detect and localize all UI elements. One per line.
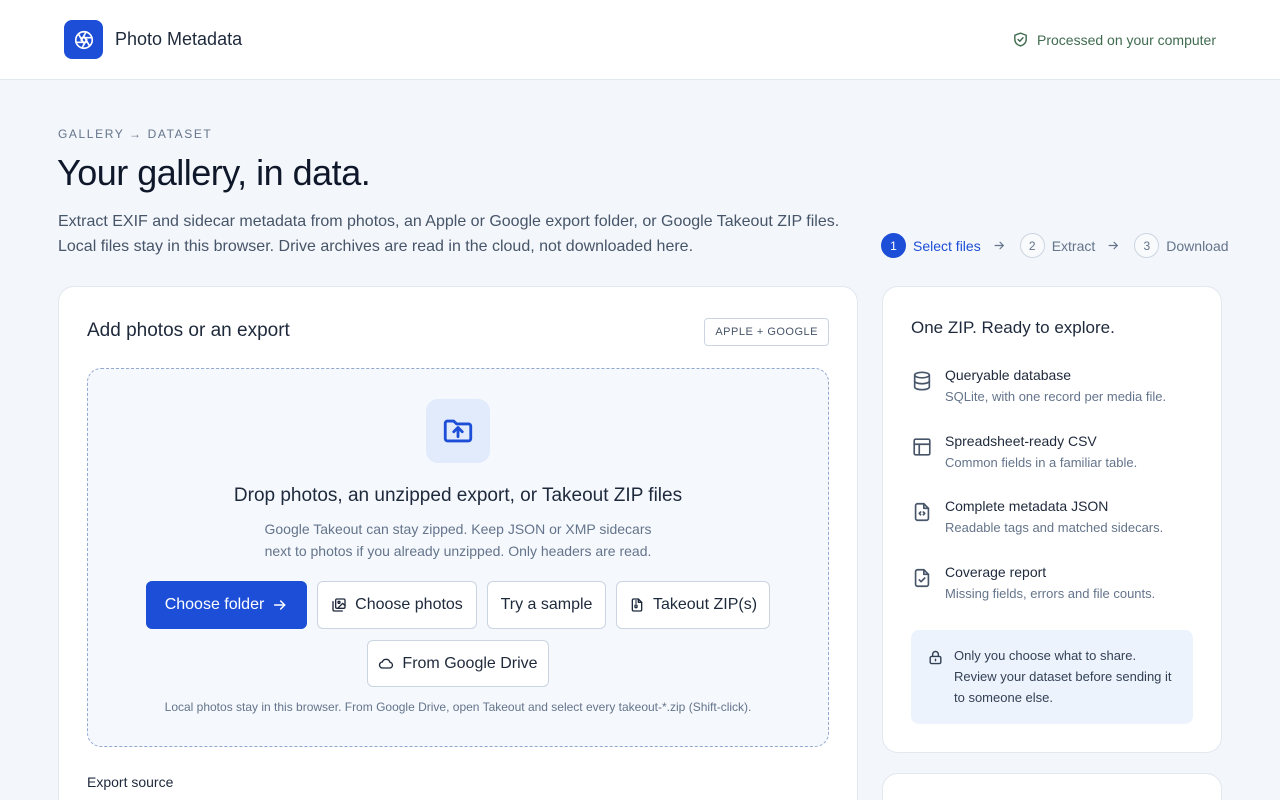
upload-card-title: Add photos or an export bbox=[87, 320, 290, 341]
arrow-right-icon bbox=[274, 600, 286, 610]
shield-check-icon bbox=[1014, 32, 1027, 47]
google-drive-button[interactable]: From Google Drive bbox=[367, 640, 549, 687]
step-1-number: 1 bbox=[881, 233, 906, 258]
top-bar: Photo Metadata Processed on your compute… bbox=[0, 0, 1280, 80]
drop-zone-subtitle: Google Takeout can stay zipped. Keep JSO… bbox=[88, 518, 828, 562]
feature-description: Common fields in a familiar table. bbox=[945, 455, 1138, 470]
folder-upload-icon bbox=[426, 399, 490, 463]
feature-title: Spreadsheet-ready CSV bbox=[945, 433, 1097, 449]
arrow-right-icon bbox=[1107, 239, 1120, 252]
report-file-icon bbox=[914, 568, 930, 588]
zip-file-icon bbox=[631, 598, 643, 612]
privacy-indicator: Processed on your computer bbox=[1012, 31, 1216, 48]
feature-description: Missing fields, errors and file counts. bbox=[945, 586, 1156, 601]
output-card-title: One ZIP. Ready to explore. bbox=[911, 318, 1115, 337]
try-sample-label: Try a sample bbox=[500, 596, 593, 613]
takeout-zip-button[interactable]: Takeout ZIP(s) bbox=[616, 581, 770, 629]
step-2-number: 2 bbox=[1019, 233, 1045, 258]
feature-description: Readable tags and matched sidecars. bbox=[945, 520, 1164, 535]
feature-title: Coverage report bbox=[945, 564, 1047, 580]
eyebrow: GALLERY → DATASET bbox=[58, 127, 213, 141]
subtitle-line-1: Extract EXIF and sidecar metadata from p… bbox=[58, 213, 840, 230]
share-notice-text: Only you choose what to share. Review yo… bbox=[954, 648, 1172, 705]
app-logo[interactable] bbox=[64, 20, 103, 59]
subtitle-line-2: Local files stay in this browser. Drive … bbox=[58, 238, 694, 255]
drop-zone[interactable]: Drop photos, an unzipped export, or Take… bbox=[87, 368, 829, 747]
choose-photos-label: Choose photos bbox=[355, 596, 463, 613]
export-source-label: Export source bbox=[87, 774, 174, 790]
step-3-number: 3 bbox=[1134, 233, 1160, 258]
feature-title: Complete metadata JSON bbox=[945, 498, 1109, 514]
table-icon bbox=[913, 438, 931, 456]
step-1-label: Select files bbox=[913, 237, 981, 254]
takeout-zip-label: Takeout ZIP(s) bbox=[652, 596, 758, 613]
feature-description: SQLite, with one record per media file. bbox=[945, 389, 1167, 404]
app-title: Photo Metadata bbox=[115, 29, 243, 49]
page-subtitle: Extract EXIF and sidecar metadata from p… bbox=[58, 209, 858, 259]
upload-card: Add photos or an export APPLE + GOOGLE D… bbox=[58, 286, 858, 800]
feature-title: Queryable database bbox=[945, 367, 1072, 383]
page-title: Your gallery, in data. bbox=[57, 152, 371, 193]
source-badge: APPLE + GOOGLE bbox=[704, 318, 829, 346]
drop-zone-subtitle-line-2: next to photos if you already unzipped. … bbox=[264, 543, 652, 559]
drop-zone-note: Local photos stay in this browser. From … bbox=[164, 700, 752, 714]
try-sample-button[interactable]: Try a sample bbox=[487, 581, 606, 629]
output-card: One ZIP. Ready to explore. Queryable dat… bbox=[882, 286, 1222, 753]
arrow-right-icon bbox=[993, 239, 1006, 252]
lock-icon bbox=[929, 650, 942, 665]
images-icon bbox=[332, 598, 346, 612]
drop-zone-title: Drop photos, an unzipped export, or Take… bbox=[233, 485, 683, 506]
stepper: 1 Select files 2 Extract 3 Download bbox=[881, 233, 1229, 258]
google-drive-label: From Google Drive bbox=[402, 654, 538, 672]
cloud-icon bbox=[379, 658, 394, 669]
secondary-card bbox=[882, 773, 1222, 800]
database-icon bbox=[913, 371, 931, 391]
share-notice: Only you choose what to share. Review yo… bbox=[911, 630, 1193, 724]
choose-photos-button[interactable]: Choose photos bbox=[317, 581, 477, 629]
aperture-icon bbox=[74, 30, 93, 49]
choose-folder-label: Choose folder bbox=[164, 596, 265, 613]
privacy-label: Processed on your computer bbox=[1037, 31, 1216, 48]
drop-zone-subtitle-line-1: Google Takeout can stay zipped. Keep JSO… bbox=[264, 521, 652, 537]
step-2-label: Extract bbox=[1051, 237, 1096, 254]
choose-folder-button[interactable]: Choose folder bbox=[146, 581, 307, 629]
step-3-label: Download bbox=[1166, 237, 1229, 254]
json-file-icon bbox=[914, 502, 930, 522]
